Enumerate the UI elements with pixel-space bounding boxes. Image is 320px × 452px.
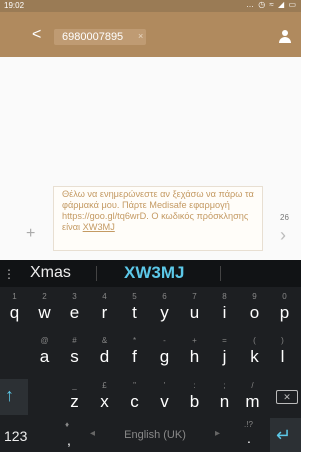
key-v[interactable]: ' v — [150, 379, 179, 415]
key-z[interactable]: _ z — [60, 379, 89, 415]
key-j[interactable]: = j — [210, 334, 239, 370]
symbols-key[interactable]: 123 — [0, 418, 40, 452]
key-i[interactable]: 8i — [210, 290, 239, 326]
key-u[interactable]: 7u — [180, 290, 209, 326]
mic-icon: ♦ — [65, 420, 70, 429]
key-a[interactable]: @ a — [30, 334, 59, 370]
char-counter: 26 — [280, 213, 289, 222]
status-time: 19:02 — [4, 1, 25, 10]
key-f[interactable]: * f — [120, 334, 149, 370]
keyboard: ⋮ Xmas XW3MJ 1q 2w 3e 4r 5t 6y 7u 8i 9o … — [0, 260, 301, 452]
plus-icon[interactable]: + — [26, 225, 35, 243]
enter-key[interactable]: ↵ — [270, 418, 301, 452]
suggestion-bar: ⋮ Xmas XW3MJ — [0, 260, 301, 287]
enter-arrow-icon: ↵ — [276, 425, 292, 445]
handle-icon[interactable]: ⋮ — [3, 267, 15, 281]
key-g[interactable]: -g — [150, 334, 179, 370]
key-e[interactable]: 3e — [60, 290, 89, 326]
shift-arrow-icon: ↑ — [5, 385, 14, 405]
person-icon[interactable] — [279, 30, 291, 44]
dots-icon: … — [245, 0, 255, 9]
compose-area: + Θέλω να ενημερώνεστε αν ξεχάσω να πάρω… — [0, 180, 301, 260]
key-q[interactable]: 1q — [0, 290, 29, 326]
invite-code-link[interactable]: XW3MJ — [83, 222, 115, 232]
key-r[interactable]: 4r — [90, 290, 119, 326]
key-l[interactable]: ) l — [268, 334, 297, 370]
status-icons: … ◷ ≈ ◢ ▭ — [246, 0, 297, 9]
key-w[interactable]: 2w — [30, 290, 59, 326]
comma-key[interactable]: ♦ , — [52, 418, 86, 452]
chevron-right-icon: ▸ — [214, 428, 220, 439]
message-text: Θέλω να ενημερώνεστε αν ξεχάσω να πάρω τ… — [62, 189, 262, 233]
key-n[interactable]: ; n — [210, 379, 239, 415]
chip-close-icon[interactable]: × — [138, 31, 143, 41]
space-language-label: English (UK) — [124, 429, 186, 441]
key-o[interactable]: 9o — [240, 290, 269, 326]
alarm-icon: ◷ — [258, 0, 267, 9]
suggestion-2[interactable]: XW3MJ — [124, 263, 184, 283]
divider — [220, 266, 221, 281]
key-p[interactable]: 0p — [270, 290, 299, 326]
wifi-icon: ≈ — [269, 0, 275, 9]
space-key[interactable]: ◂ English (UK) ▸ — [90, 418, 220, 452]
battery-icon: ▭ — [288, 0, 297, 9]
key-b[interactable]: :b — [180, 379, 209, 415]
message-thread — [0, 57, 301, 180]
key-s[interactable]: # s — [60, 334, 89, 370]
key-y[interactable]: 6y — [150, 290, 179, 326]
recipient-number: 6980007895 — [62, 31, 124, 43]
key-m[interactable]: / m — [238, 379, 267, 415]
back-arrow-icon[interactable]: < — [32, 26, 46, 44]
period-key[interactable]: .!? . — [238, 418, 262, 452]
key-x[interactable]: £ x — [90, 379, 119, 415]
suggestion-1[interactable]: Xmas — [30, 264, 71, 282]
key-c[interactable]: " c — [120, 379, 149, 415]
signal-icon: ◢ — [278, 0, 286, 9]
key-h[interactable]: + h — [180, 334, 209, 370]
status-bar: 19:02 … ◷ ≈ ◢ ▭ — [0, 0, 301, 12]
conversation-header: < 6980007895 × — [0, 12, 301, 57]
backspace-icon: ✕ — [276, 390, 298, 404]
divider — [96, 266, 97, 281]
chevron-right-icon[interactable]: › — [280, 225, 286, 246]
backspace-key[interactable]: ✕ — [272, 379, 301, 415]
shift-key[interactable]: ↑ — [0, 379, 28, 415]
key-k[interactable]: (k — [240, 334, 269, 370]
key-d[interactable]: & d — [90, 334, 119, 370]
key-t[interactable]: 5t — [120, 290, 149, 326]
